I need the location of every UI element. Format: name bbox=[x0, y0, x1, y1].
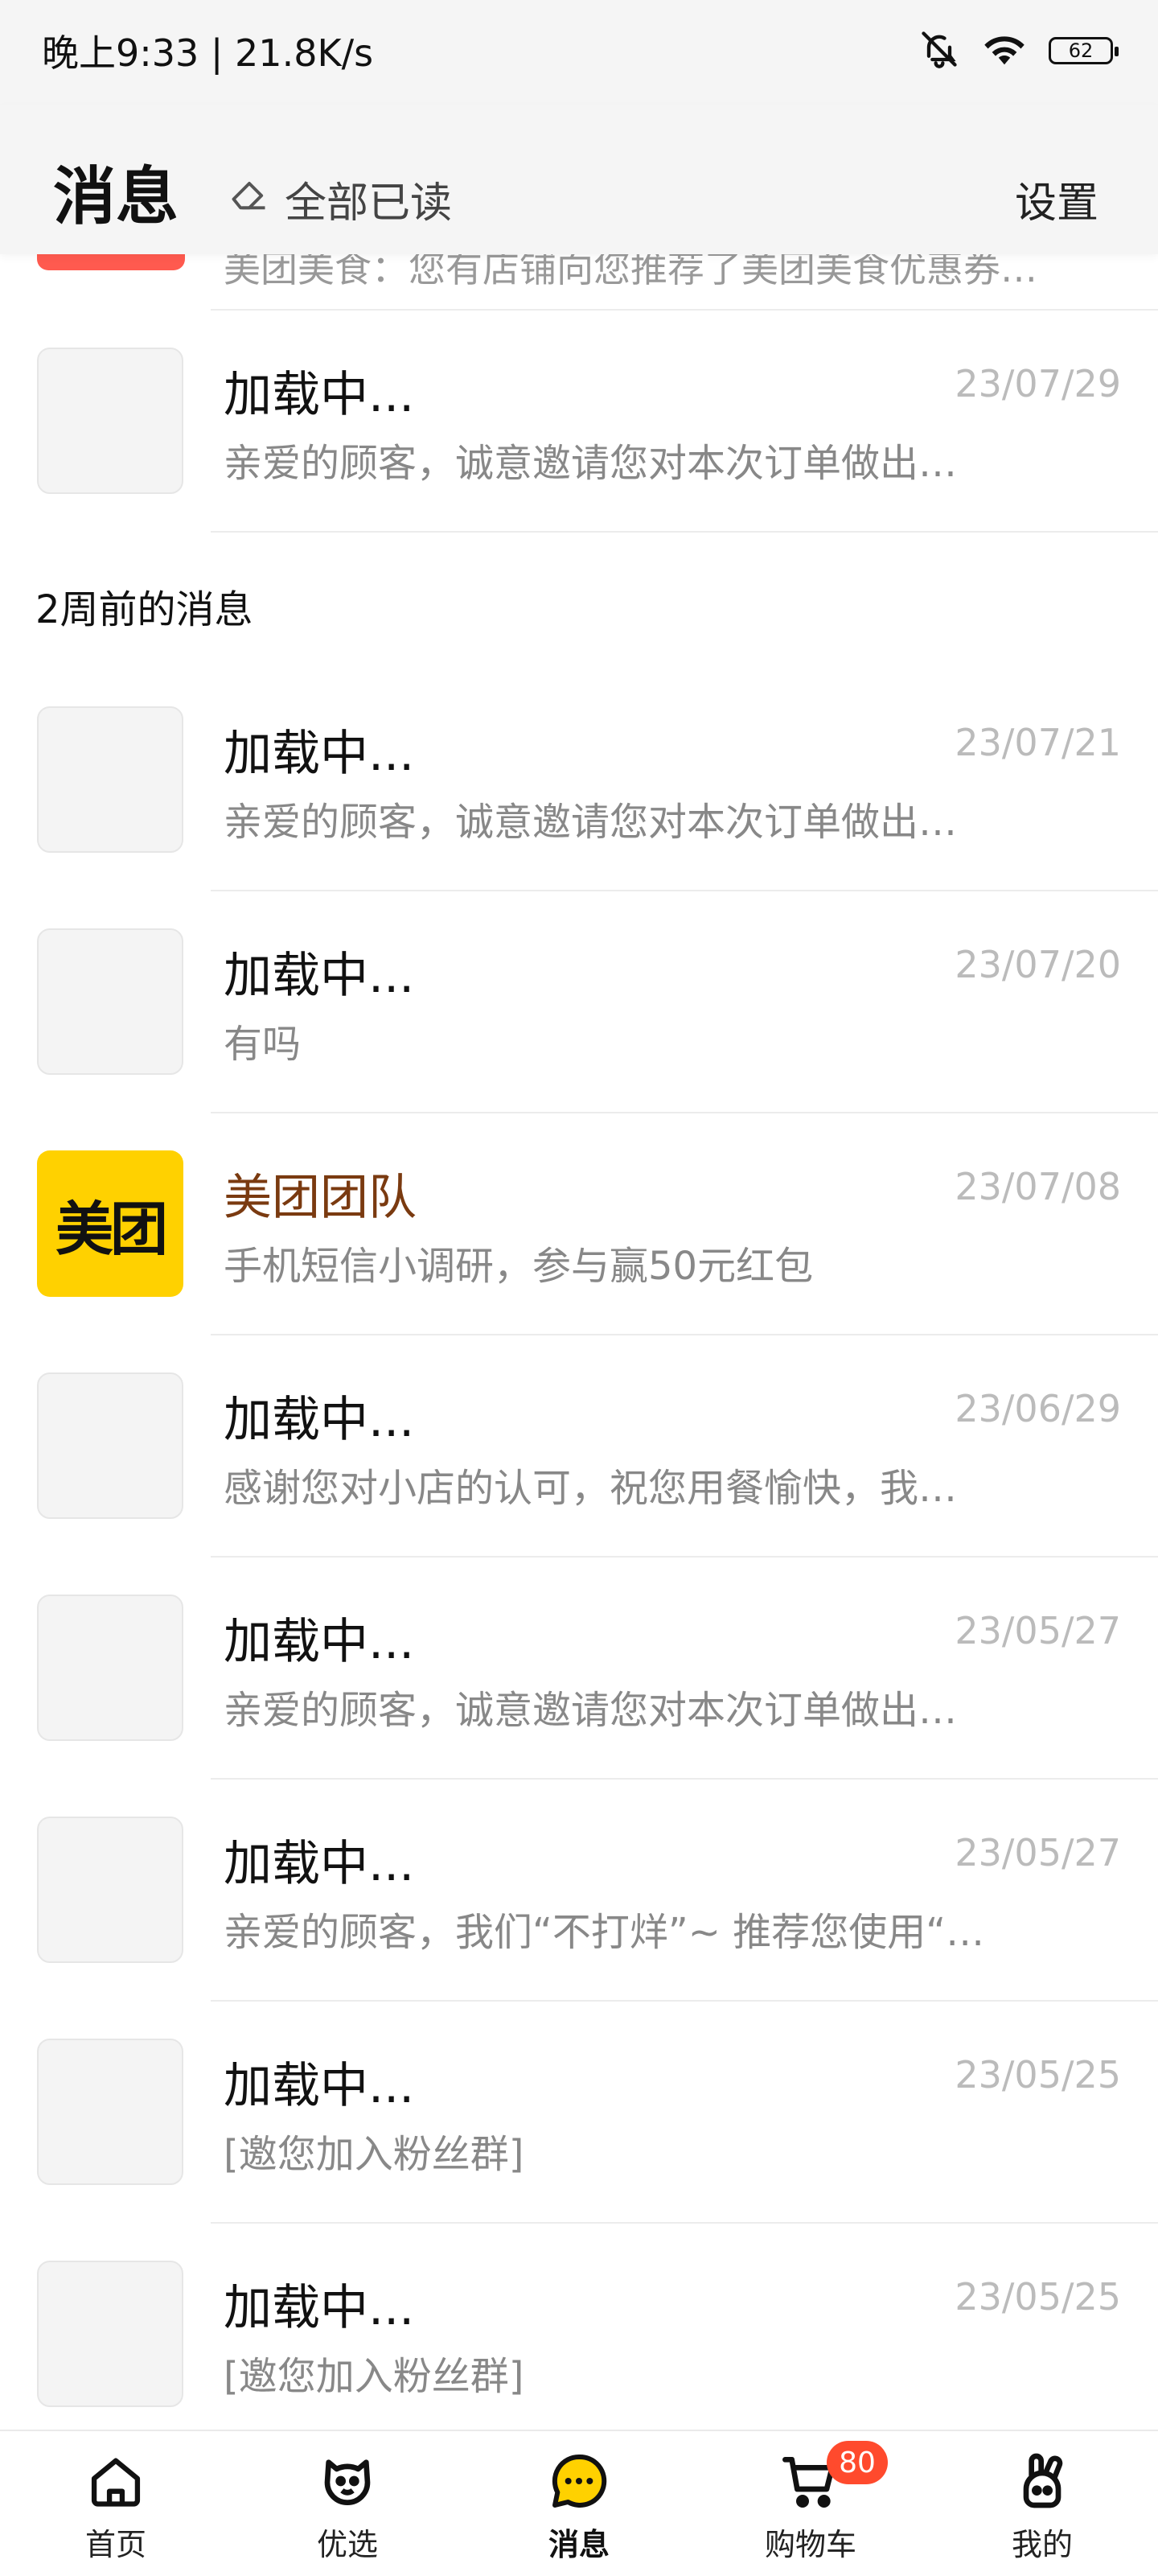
list-item[interactable]: 加载中... 23/05/27 亲爱的顾客，我们“不打烊”~ 推荐您使用“… bbox=[0, 1780, 1158, 2000]
list-item-title: 加载中... bbox=[224, 1392, 415, 1448]
status-bar: 晚上9:33 | 21.8K/s 62 bbox=[0, 0, 1158, 105]
list-item-date: 23/05/25 bbox=[955, 2053, 1121, 2097]
list-item-date: 23/05/25 bbox=[955, 2275, 1121, 2319]
page-header: 消息 全部已读 设置 bbox=[0, 105, 1158, 254]
list-item-title: 加载中... bbox=[224, 1836, 415, 1892]
bottom-nav: 首页 优选 消息 80 购物车 我的 bbox=[0, 2430, 1158, 2576]
list-item-subtitle: 亲爱的顾客，诚意邀请您对本次订单做出… bbox=[224, 800, 958, 845]
list-item-subtitle: 有吗 bbox=[224, 1022, 302, 1067]
section-title: 2周前的消息 bbox=[35, 587, 253, 632]
list-item-date: 23/07/29 bbox=[955, 362, 1121, 405]
nav-label: 首页 bbox=[84, 2527, 146, 2562]
list-item-subtitle: 感谢您对小店的认可，祝您用餐愉快，我… bbox=[224, 1466, 958, 1511]
list-item-subtitle: 亲爱的顾客，诚意邀请您对本次订单做出… bbox=[224, 441, 958, 486]
list-item[interactable]: 加载中... 23/05/25 [邀您加入粉丝群] bbox=[0, 2224, 1158, 2444]
list-item-subtitle: 亲爱的顾客，我们“不打烊”~ 推荐您使用“… bbox=[224, 1910, 985, 1955]
youxuan-mascot-icon bbox=[314, 2447, 381, 2515]
list-item-date: 23/05/27 bbox=[955, 1609, 1121, 1652]
meituan-logo: 美团 bbox=[37, 1150, 183, 1297]
list-item-title: 加载中... bbox=[224, 367, 415, 423]
avatar bbox=[37, 706, 183, 853]
meituan-logo-text: 美团 bbox=[55, 1195, 168, 1263]
avatar bbox=[37, 1817, 183, 1963]
list-item[interactable]: 加载中... 23/05/25 [邀您加入粉丝群] bbox=[0, 2002, 1158, 2222]
list-item-subtitle: [邀您加入粉丝群] bbox=[224, 2354, 524, 2399]
list-item-subtitle: [邀您加入粉丝群] bbox=[224, 2132, 524, 2177]
page-title: 消息 bbox=[53, 161, 179, 233]
list-item-date: 23/07/08 bbox=[955, 1165, 1121, 1208]
status-icons: 62 bbox=[918, 23, 1119, 79]
section-header: 2周前的消息 bbox=[0, 533, 1158, 669]
nav-label: 优选 bbox=[316, 2527, 378, 2562]
battery-icon: 62 bbox=[1049, 37, 1119, 64]
list-item-date: 23/07/20 bbox=[955, 943, 1121, 986]
avatar bbox=[37, 928, 183, 1075]
mark-all-read-button[interactable]: 全部已读 bbox=[228, 169, 452, 229]
avatar bbox=[37, 348, 183, 494]
nav-item-profile[interactable]: 我的 bbox=[926, 2431, 1158, 2576]
list-item-title: 加载中... bbox=[224, 726, 415, 782]
nav-item-home[interactable]: 首页 bbox=[0, 2431, 232, 2576]
nav-item-messages[interactable]: 消息 bbox=[463, 2431, 695, 2576]
mark-all-read-label: 全部已读 bbox=[285, 179, 453, 228]
list-item[interactable]: 加载中... 23/07/29 亲爱的顾客，诚意邀请您对本次订单做出… bbox=[0, 311, 1158, 531]
nav-label: 消息 bbox=[548, 2527, 610, 2562]
message-list: 美团美食：您有店铺向您推荐了美团美食优惠券… 加载中... 23/07/29 亲… bbox=[0, 254, 1158, 2444]
list-item[interactable]: 加载中... 23/07/21 亲爱的顾客，诚意邀请您对本次订单做出… bbox=[0, 669, 1158, 890]
list-item[interactable]: 美团美食：您有店铺向您推荐了美团美食优惠券… bbox=[0, 254, 1158, 309]
home-icon bbox=[82, 2447, 150, 2515]
list-item[interactable]: 加载中... 23/07/20 有吗 bbox=[0, 891, 1158, 1112]
list-item-title: 美团团队 bbox=[224, 1170, 417, 1226]
wifi-icon bbox=[981, 30, 1028, 72]
bell-muted-icon bbox=[918, 28, 960, 73]
status-time: 晚上9:33 | 21.8K/s bbox=[42, 31, 374, 75]
eraser-icon bbox=[228, 173, 270, 225]
list-item-title: 加载中... bbox=[224, 1614, 415, 1670]
list-item-date: 23/07/21 bbox=[955, 721, 1121, 764]
list-item-title: 加载中... bbox=[224, 2058, 415, 2114]
avatar bbox=[37, 254, 185, 270]
cart-badge: 80 bbox=[827, 2441, 888, 2484]
avatar bbox=[37, 2261, 183, 2407]
list-item[interactable]: 美团 美团团队 23/07/08 手机短信小调研，参与赢50元红包 bbox=[0, 1113, 1158, 1334]
list-item-title: 加载中... bbox=[224, 948, 415, 1004]
list-item-subtitle: 亲爱的顾客，诚意邀请您对本次订单做出… bbox=[224, 1688, 958, 1733]
avatar bbox=[37, 1595, 183, 1741]
list-item[interactable]: 加载中... 23/06/29 感谢您对小店的认可，祝您用餐愉快，我… bbox=[0, 1335, 1158, 1556]
list-item-date: 23/05/27 bbox=[955, 1831, 1121, 1874]
profile-rabbit-icon bbox=[1008, 2447, 1076, 2515]
nav-item-youxuan[interactable]: 优选 bbox=[232, 2431, 463, 2576]
nav-label: 我的 bbox=[1011, 2527, 1073, 2562]
avatar bbox=[37, 1372, 183, 1519]
message-bubble-icon bbox=[545, 2447, 613, 2515]
nav-item-cart[interactable]: 80 购物车 bbox=[695, 2431, 926, 2576]
list-item-subtitle: 手机短信小调研，参与赢50元红包 bbox=[224, 1244, 814, 1289]
nav-label: 购物车 bbox=[764, 2527, 856, 2562]
list-item-title: 加载中... bbox=[224, 2280, 415, 2336]
settings-button[interactable]: 设置 bbox=[1015, 169, 1098, 229]
list-item[interactable]: 加载中... 23/05/27 亲爱的顾客，诚意邀请您对本次订单做出… bbox=[0, 1558, 1158, 1778]
list-item-date: 23/06/29 bbox=[955, 1387, 1121, 1430]
list-item-subtitle: 美团美食：您有店铺向您推荐了美团美食优惠券… bbox=[224, 254, 1037, 290]
avatar bbox=[37, 2039, 183, 2185]
